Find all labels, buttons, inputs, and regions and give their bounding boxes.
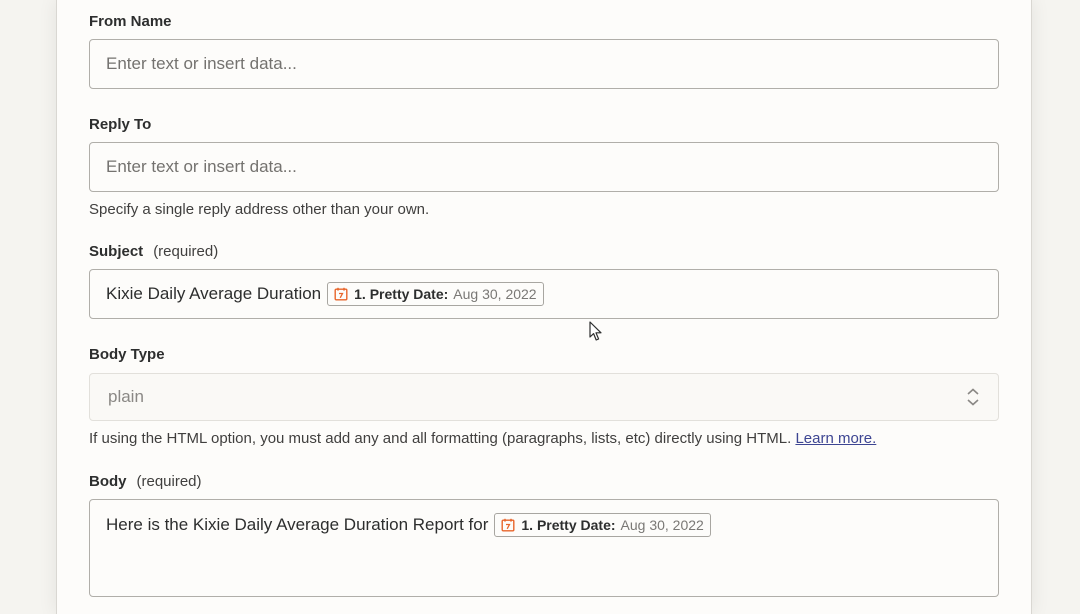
body-type-field: Body Type plain If using the HTML option… [89,345,999,448]
body-pill-value: Aug 30, 2022 [620,517,704,533]
body-label: Body (required) [89,472,999,492]
subject-text: Kixie Daily Average Duration [106,284,322,303]
calendar-icon [501,518,515,532]
from-name-label: From Name [89,13,172,30]
form-panel: From Name Enter text or insert data... R… [56,0,1032,614]
subject-data-pill[interactable]: 1. Pretty Date: Aug 30, 2022 [327,282,544,306]
body-textarea[interactable]: Here is the Kixie Daily Average Duration… [89,499,999,597]
learn-more-link[interactable]: Learn more. [795,430,876,447]
body-type-hint: If using the HTML option, you must add a… [89,429,999,448]
reply-to-input[interactable]: Enter text or insert data... [89,142,999,192]
subject-label-text: Subject [89,243,144,260]
body-data-pill[interactable]: 1. Pretty Date: Aug 30, 2022 [494,513,711,537]
body-text: Here is the Kixie Daily Average Duration… [106,515,489,534]
body-line: Here is the Kixie Daily Average Duration… [106,513,711,537]
subject-field: Subject (required) Kixie Daily Average Du… [89,242,999,319]
calendar-icon [334,287,348,301]
body-field: Body (required) Here is the Kixie Daily A… [89,472,999,597]
chevron-up-down-icon [967,388,979,406]
body-type-label: Body Type [89,346,165,363]
reply-to-label: Reply To [89,116,152,133]
body-type-select[interactable]: plain [89,373,999,421]
mouse-cursor-icon [589,321,602,341]
reply-to-field: Reply To Enter text or insert data... Sp… [89,115,999,219]
subject-input[interactable]: Kixie Daily Average Duration 1. Pretty D… [89,269,999,319]
body-required: (required) [136,473,202,490]
reply-to-hint: Specify a single reply address other tha… [89,201,430,218]
subject-pill-step: 1. Pretty Date: [354,286,449,302]
from-name-field: From Name Enter text or insert data... [89,12,999,89]
body-pill-step: 1. Pretty Date: [521,517,616,533]
reply-to-placeholder: Enter text or insert data... [106,157,297,176]
subject-label: Subject (required) [89,242,999,262]
body-label-text: Body [89,473,127,490]
subject-required: (required) [153,243,219,260]
body-type-selected: plain [108,387,144,406]
from-name-input[interactable]: Enter text or insert data... [89,39,999,89]
subject-pill-value: Aug 30, 2022 [453,286,537,302]
body-type-hint-text: If using the HTML option, you must add a… [89,430,792,447]
from-name-placeholder: Enter text or insert data... [106,54,297,73]
